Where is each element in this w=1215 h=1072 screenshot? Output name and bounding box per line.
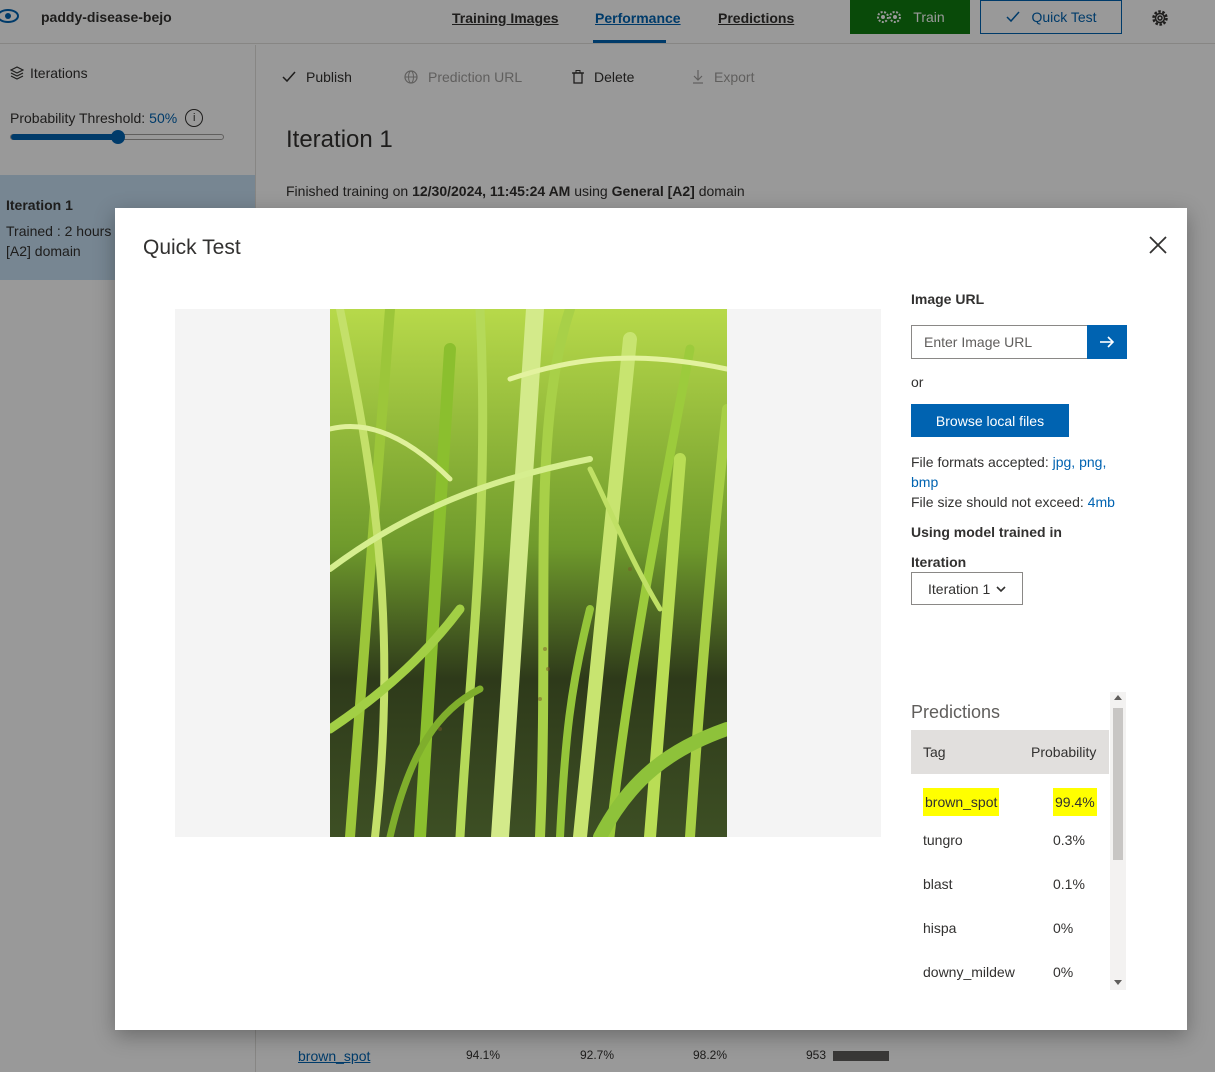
scroll-up-icon[interactable] [1114,695,1122,700]
scroll-thumb[interactable] [1113,708,1123,860]
predictions-header: Tag Probability [911,730,1109,774]
file-size-line: File size should not exceed: 4mb [911,492,1121,512]
close-icon[interactable] [1147,234,1169,256]
arrow-right-icon [1100,336,1115,348]
prediction-probability: 0% [1053,920,1074,936]
image-url-label: Image URL [911,291,985,307]
predictions-panel: Predictions Tag Probability brown_spot 9… [911,692,1127,990]
column-tag: Tag [923,744,946,760]
prediction-row: blast 0.1% [911,862,1109,906]
paddy-field-image [330,309,727,837]
prediction-tag: brown_spot [923,788,1000,816]
dialog-title: Quick Test [143,236,241,259]
prediction-tag: tungro [923,832,963,848]
size-prefix: File size should not exceed: [911,494,1088,510]
iteration-dropdown[interactable]: Iteration 1 [911,572,1023,605]
predictions-title: Predictions [911,702,1001,722]
prediction-probability: 99.4% [1053,788,1097,816]
iteration-dropdown-label: Iteration [911,554,967,570]
prediction-row: brown_spot 99.4% [911,774,1109,818]
test-image-frame [175,309,881,837]
browse-local-files-button[interactable]: Browse local files [911,404,1069,437]
size-value: 4mb [1087,494,1115,510]
prediction-probability: 0.1% [1053,876,1085,892]
file-formats-line: File formats accepted: jpg, png, bmp [911,452,1121,492]
formats-prefix: File formats accepted: [911,454,1053,470]
file-requirements: File formats accepted: jpg, png, bmp Fil… [911,452,1121,512]
scroll-down-icon[interactable] [1114,980,1122,985]
quick-test-dialog: Quick Test Image URL Enter Image URL or … [115,208,1187,1030]
iteration-selected-value: Iteration 1 [928,580,991,597]
or-separator: or [911,374,924,390]
prediction-row: downy_mildew 0% [911,950,1109,990]
using-model-label: Using model trained in [911,524,1062,540]
prediction-tag: blast [923,876,953,892]
submit-url-button[interactable] [1087,325,1127,359]
image-url-input[interactable] [911,325,1088,359]
prediction-probability: 0% [1053,964,1074,980]
predictions-scrollbar[interactable] [1110,692,1126,990]
chevron-down-icon [996,585,1006,592]
prediction-tag: hispa [923,920,957,936]
column-probability: Probability [1031,744,1097,760]
prediction-probability: 0.3% [1053,832,1085,848]
prediction-tag: downy_mildew [923,964,1015,980]
prediction-row: hispa 0% [911,906,1109,950]
prediction-row: tungro 0.3% [911,818,1109,862]
